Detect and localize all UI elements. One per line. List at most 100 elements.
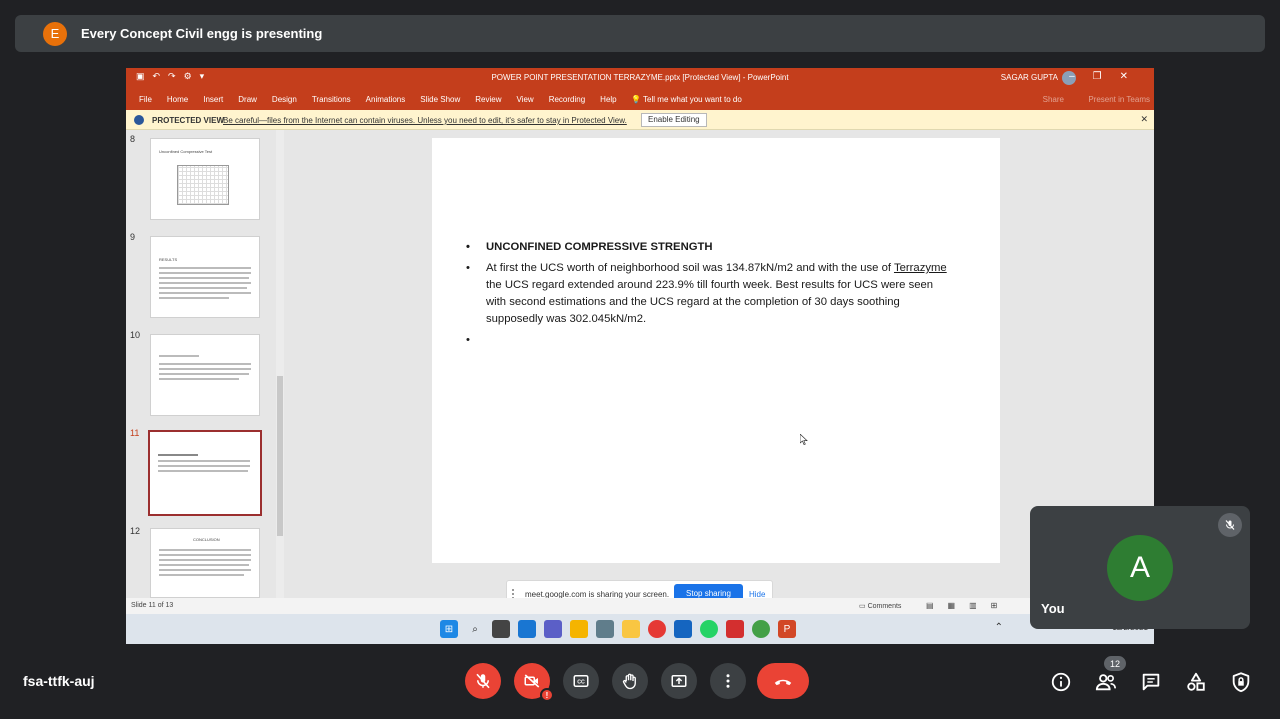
camera-warning-icon: ! xyxy=(540,688,554,702)
notepad-icon[interactable] xyxy=(674,620,692,638)
leave-call-button[interactable] xyxy=(757,663,809,699)
presenter-avatar: E xyxy=(43,21,67,46)
thumb-chart xyxy=(177,165,229,205)
people-button[interactable] xyxy=(1094,670,1118,694)
self-tile: A You xyxy=(1030,506,1250,629)
self-label: You xyxy=(1041,601,1065,616)
search-icon[interactable]: ⌕ xyxy=(466,620,484,638)
slide-thumb-9[interactable]: RESULTS xyxy=(150,236,260,318)
thumb-title: Unconfined Compressive Test xyxy=(159,149,213,154)
snip-icon[interactable] xyxy=(570,620,588,638)
present-screen-icon xyxy=(671,675,687,687)
mic-off-icon xyxy=(476,673,490,689)
self-avatar: A xyxy=(1107,535,1173,601)
ribbon-tab-transitions[interactable]: Transitions xyxy=(312,95,351,104)
file-explorer-icon[interactable] xyxy=(622,620,640,638)
slide-thumb-10[interactable] xyxy=(150,334,260,416)
slide-text-underlined: Terrazyme xyxy=(893,262,947,274)
ribbon-tab-review[interactable]: Review xyxy=(475,95,501,104)
presenting-text: Every Concept Civil engg is presenting xyxy=(81,26,323,41)
calculator-icon[interactable] xyxy=(596,620,614,638)
raise-hand-button[interactable] xyxy=(612,663,648,699)
mic-muted-icon xyxy=(1218,513,1242,537)
widgets-icon[interactable] xyxy=(518,620,536,638)
whatsapp-icon[interactable] xyxy=(700,620,718,638)
thumb-title: CONCLUSION xyxy=(193,537,220,542)
activities-shapes-icon xyxy=(1187,672,1205,691)
ribbon-tab-home[interactable]: Home xyxy=(167,95,188,104)
shield-icon xyxy=(134,115,144,125)
host-controls-button[interactable] xyxy=(1229,670,1253,694)
slide-thumb-11-selected[interactable] xyxy=(148,430,262,516)
window-controls[interactable]: –❐✕ xyxy=(1069,71,1146,82)
ppt-doc-title: POWER POINT PRESENTATION TERRAZYME.pptx … xyxy=(491,73,789,82)
comments-button[interactable]: ▭ Comments xyxy=(859,602,901,610)
ribbon-tab-slide-show[interactable]: Slide Show xyxy=(420,95,460,104)
protected-label: PROTECTED VIEW xyxy=(152,116,225,125)
slide-text-2: the UCS regard extended around 223.9% ti… xyxy=(486,279,934,325)
slide-counter: Slide 11 of 13 xyxy=(131,602,174,609)
chrome-profile-icon[interactable] xyxy=(752,620,770,638)
shield-lock-icon xyxy=(1232,672,1250,693)
task-view-icon[interactable] xyxy=(492,620,510,638)
thumb-number: 12 xyxy=(130,526,141,536)
ribbon-tab-animations[interactable]: Animations xyxy=(366,95,406,104)
view-buttons[interactable]: ▤▦▥⊞ xyxy=(926,601,1011,610)
taskbar-icons: ⊞ ⌕ P xyxy=(440,620,796,638)
ribbon-tab-view[interactable]: View xyxy=(517,95,534,104)
close-icon[interactable]: ✕ xyxy=(1140,114,1148,125)
acrobat-icon[interactable] xyxy=(726,620,744,638)
mic-toggle-button[interactable] xyxy=(465,663,501,699)
chrome-icon[interactable] xyxy=(648,620,666,638)
camera-toggle-button[interactable]: ! xyxy=(514,663,554,702)
hand-icon xyxy=(622,673,636,690)
people-icon xyxy=(1095,674,1116,691)
thumbs-scrollbar[interactable] xyxy=(276,130,284,598)
end-call-icon xyxy=(774,679,792,686)
thumb-title: RESULTS xyxy=(159,257,178,262)
slide-thumb-8[interactable]: Unconfined Compressive Test xyxy=(150,138,260,220)
share-button[interactable]: Share xyxy=(1043,95,1064,104)
slide-text-1: At first the UCS worth of neighborhood s… xyxy=(486,262,892,274)
tell-me-text: Tell me what you want to do xyxy=(643,95,742,104)
svg-text:CC: CC xyxy=(577,680,585,686)
meet-stage: E Every Concept Civil engg is presenting… xyxy=(0,0,1280,719)
more-options-button[interactable] xyxy=(710,663,746,699)
slide-paragraph: At first the UCS worth of neighborhood s… xyxy=(464,260,954,328)
captions-button[interactable]: CC xyxy=(563,663,599,699)
closed-captions-icon: CC xyxy=(573,675,589,687)
chat-icon xyxy=(1142,673,1160,691)
ribbon-tab-help[interactable]: Help xyxy=(600,95,616,104)
present-now-button[interactable] xyxy=(661,663,697,699)
protected-message[interactable]: Be careful—files from the Internet can c… xyxy=(223,116,627,125)
ribbon-tab-draw[interactable]: Draw xyxy=(238,95,257,104)
ribbon-tab-file[interactable]: File xyxy=(139,95,152,104)
activities-button[interactable] xyxy=(1184,670,1208,694)
comments-label: Comments xyxy=(867,603,902,610)
enable-editing-button[interactable]: Enable Editing xyxy=(641,113,707,127)
windows-start-icon[interactable]: ⊞ xyxy=(440,620,458,638)
ppt-statusbar: Slide 11 of 13 ▭ Comments ▤▦▥⊞ xyxy=(126,598,1154,614)
present-in-teams-button[interactable]: Present in Teams xyxy=(1088,95,1150,104)
ribbon-tab-recording[interactable]: Recording xyxy=(549,95,585,104)
shared-screen: ▣↶↷⚙▾ POWER POINT PRESENTATION TERRAZYME… xyxy=(126,68,1154,644)
ribbon-tab-insert[interactable]: Insert xyxy=(203,95,223,104)
camera-off-icon xyxy=(524,674,540,688)
ribbon-tab-design[interactable]: Design xyxy=(272,95,297,104)
info-icon xyxy=(1051,672,1071,692)
tell-me-box[interactable]: 💡 Tell me what you want to do xyxy=(631,95,742,104)
teams-chat-icon[interactable] xyxy=(544,620,562,638)
chevron-up-icon[interactable]: ⌃ xyxy=(995,622,1003,633)
scroll-thumb[interactable] xyxy=(277,376,283,536)
thumb-number: 8 xyxy=(130,134,136,144)
meeting-details-button[interactable] xyxy=(1049,670,1073,694)
thumb-number: 9 xyxy=(130,232,136,242)
powerpoint-icon[interactable]: P xyxy=(778,620,796,638)
ppt-ribbon: File Home Insert Draw Design Transitions Anima… xyxy=(126,88,1154,110)
current-slide[interactable]: UNCONFINED COMPRESSIVE STRENGTH At first… xyxy=(432,138,1000,563)
presenting-banner: E Every Concept Civil engg is presenting xyxy=(15,15,1265,52)
chat-button[interactable] xyxy=(1139,670,1163,694)
thumb-number: 11 xyxy=(130,428,140,438)
slide-thumb-12[interactable]: CONCLUSION xyxy=(150,528,260,598)
empty-bullet xyxy=(464,332,954,349)
